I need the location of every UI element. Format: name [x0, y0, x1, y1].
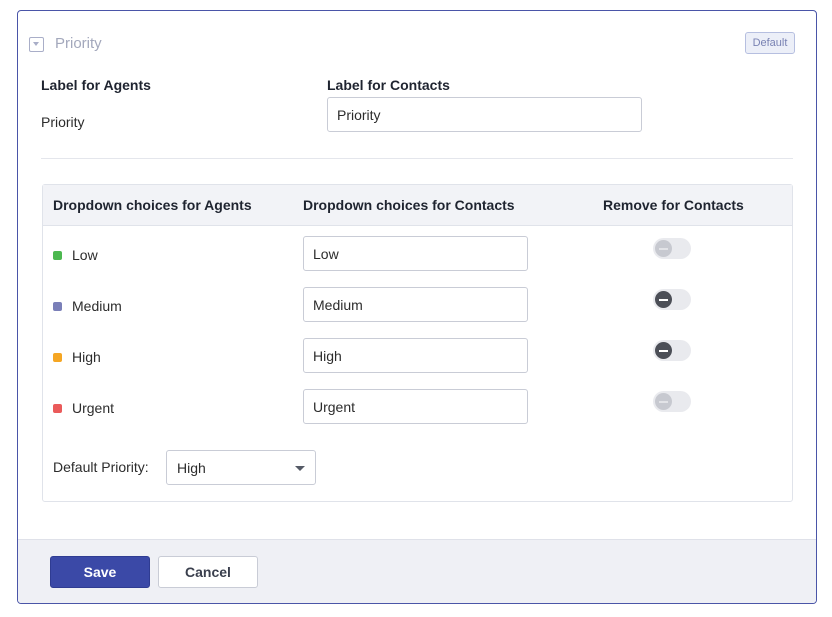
label-for-contacts-input[interactable] [327, 97, 642, 132]
contact-choice-input[interactable] [303, 389, 528, 424]
header-agents-choices: Dropdown choices for Agents [53, 197, 252, 213]
color-dot-icon [53, 404, 62, 413]
form-footer: Save Cancel [18, 539, 816, 603]
color-dot-icon [53, 353, 62, 362]
default-badge: Default [745, 32, 795, 54]
contact-choice-input[interactable] [303, 287, 528, 322]
minus-icon [655, 291, 672, 308]
remove-for-contacts-toggle[interactable] [653, 391, 691, 412]
color-dot-icon [53, 251, 62, 260]
minus-icon [655, 240, 672, 257]
field-header: Priority Default [18, 11, 816, 71]
color-dot-icon [53, 302, 62, 311]
choice-row-low: Low [43, 236, 792, 272]
agent-choice-label: High [72, 349, 101, 365]
field-title: Priority [55, 35, 102, 52]
minus-icon [655, 342, 672, 359]
contact-choice-input[interactable] [303, 236, 528, 271]
remove-for-contacts-toggle[interactable] [653, 238, 691, 259]
label-for-contacts-heading: Label for Contacts [327, 77, 450, 93]
chevron-down-icon [295, 466, 305, 471]
label-for-agents-value: Priority [41, 114, 85, 130]
cancel-button[interactable]: Cancel [158, 556, 258, 588]
choices-table-header: Dropdown choices for Agents Dropdown cho… [43, 185, 792, 226]
priority-field-card: Priority Default Label for Agents Priori… [17, 10, 817, 604]
contact-choice-input[interactable] [303, 338, 528, 373]
save-button[interactable]: Save [50, 556, 150, 588]
agent-choice-label: Low [72, 247, 98, 263]
default-priority-select[interactable]: High [166, 450, 316, 485]
collapse-caret-icon[interactable] [29, 37, 44, 52]
divider [41, 158, 793, 159]
choice-row-medium: Medium [43, 287, 792, 323]
minus-icon [655, 393, 672, 410]
choice-row-high: High [43, 338, 792, 374]
agent-choice-label: Urgent [72, 400, 115, 416]
default-priority-value: High [177, 460, 206, 476]
default-priority-label: Default Priority: [53, 459, 149, 475]
choice-row-urgent: Urgent [43, 389, 792, 425]
label-for-agents-heading: Label for Agents [41, 77, 151, 93]
header-contacts-choices: Dropdown choices for Contacts [303, 197, 515, 213]
agent-choice-label: Medium [72, 298, 122, 314]
header-remove-for-contacts: Remove for Contacts [603, 197, 744, 213]
remove-for-contacts-toggle[interactable] [653, 340, 691, 361]
remove-for-contacts-toggle[interactable] [653, 289, 691, 310]
dropdown-choices-table: Dropdown choices for Agents Dropdown cho… [42, 184, 793, 502]
